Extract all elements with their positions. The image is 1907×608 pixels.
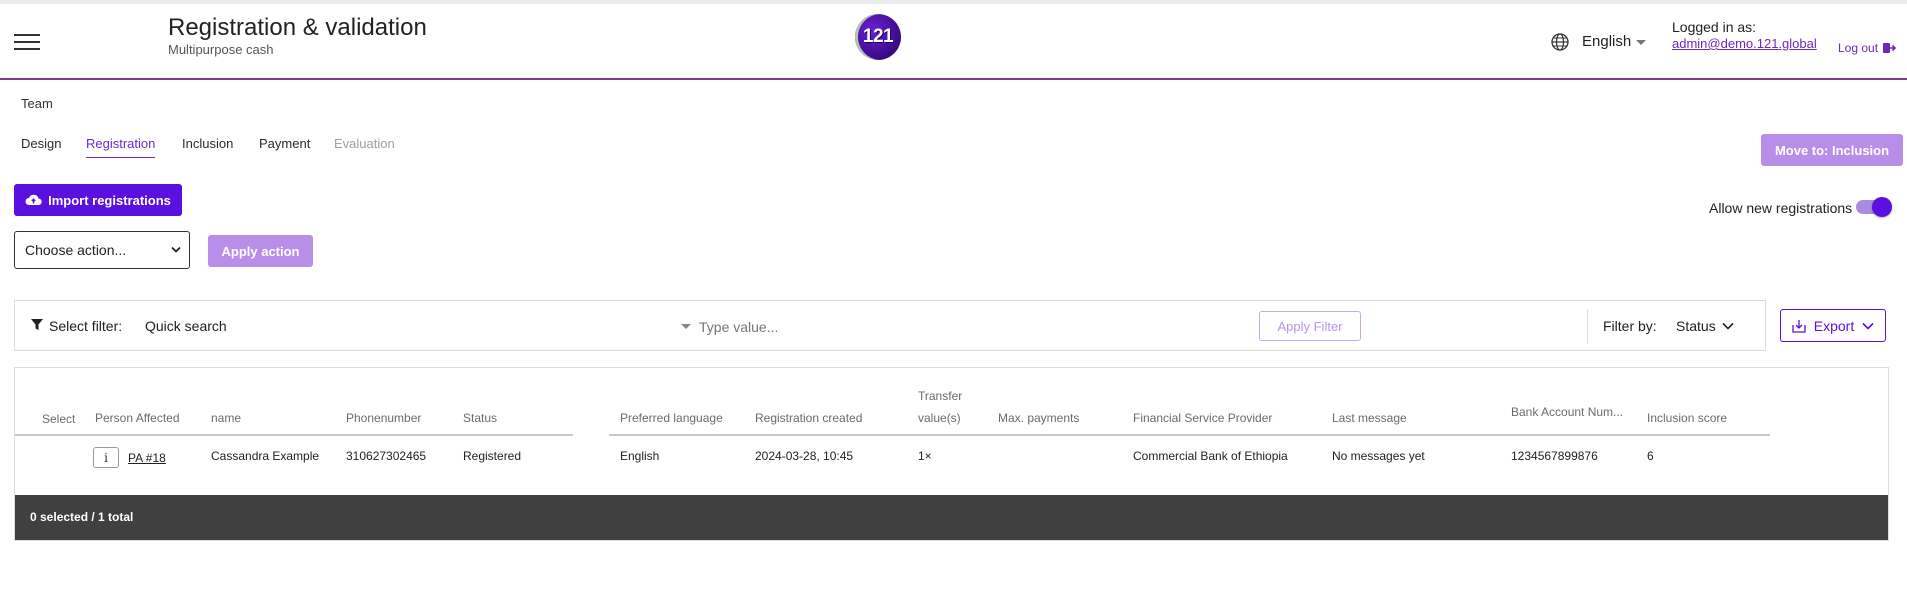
column-header-name[interactable]: name	[211, 411, 241, 425]
column-header-fsp[interactable]: Financial Service Provider	[1133, 411, 1272, 425]
table-footer: 0 selected / 1 total	[15, 495, 1888, 540]
cell-fsp: Commercial Bank of Ethiopia	[1133, 449, 1288, 463]
language-selector[interactable]: English	[1582, 33, 1631, 50]
cell-created: 2024-03-28, 10:45	[755, 449, 854, 463]
team-breadcrumb[interactable]: Team	[21, 96, 53, 111]
program-subtitle: Multipurpose cash	[168, 42, 274, 57]
cell-status: Registered	[463, 449, 522, 463]
filter-bar: Select filter: Quick search Apply Filter…	[14, 300, 1766, 351]
tab-registration[interactable]: Registration	[86, 136, 156, 158]
upload-cloud-icon	[25, 194, 42, 205]
person-affected-link[interactable]: PA #18	[128, 451, 166, 465]
column-header-inclusion-score[interactable]: Inclusion score	[1647, 411, 1727, 425]
export-button[interactable]: Export	[1780, 309, 1886, 342]
page-title: Registration & validation	[168, 14, 427, 41]
toggle-knob[interactable]	[1872, 197, 1892, 217]
cell-bank-account: 1234567899876	[1511, 449, 1598, 463]
column-header-max-payments[interactable]: Max. payments	[998, 411, 1079, 425]
header-divider	[15, 434, 573, 436]
registrations-table: Select Person Affected name Phonenumber …	[14, 367, 1889, 541]
apply-filter-button[interactable]: Apply Filter	[1259, 311, 1361, 341]
apply-action-button[interactable]: Apply action	[208, 235, 313, 267]
column-header-bank-account[interactable]: Bank Account Num...	[1511, 405, 1623, 419]
filter-by-label: Filter by:	[1603, 318, 1657, 334]
select-filter-label: Select filter:	[49, 318, 123, 334]
column-header-language[interactable]: Preferred language	[620, 411, 723, 425]
allow-new-registrations-label: Allow new registrations	[1709, 200, 1853, 216]
logout-icon	[1883, 43, 1897, 53]
divider	[1587, 309, 1588, 344]
column-header-transfer[interactable]: Transfer	[918, 389, 962, 403]
cell-last-message: No messages yet	[1332, 449, 1425, 463]
menu-icon[interactable]	[14, 34, 40, 52]
logged-in-label: Logged in as:	[1672, 19, 1757, 35]
choose-action-value: Choose action...	[25, 242, 127, 258]
column-header-phone[interactable]: Phonenumber	[346, 411, 421, 425]
cell-inclusion-score: 6	[1647, 449, 1654, 463]
tab-inclusion[interactable]: Inclusion	[182, 136, 233, 157]
export-label: Export	[1813, 317, 1855, 334]
app-logo: 121	[855, 14, 901, 60]
globe-icon[interactable]	[1550, 32, 1570, 52]
move-to-inclusion-button[interactable]: Move to: Inclusion	[1761, 134, 1903, 166]
logout-button[interactable]: Log out	[1838, 41, 1897, 55]
cell-language: English	[620, 449, 660, 463]
column-header-select[interactable]: Select	[42, 412, 75, 426]
status-filter-label: Status	[1676, 318, 1716, 334]
column-header-last-message[interactable]: Last message	[1332, 411, 1407, 425]
info-button[interactable]: i	[93, 447, 119, 468]
app-header: Registration & validation Multipurpose c…	[0, 4, 1907, 80]
logout-label: Log out	[1838, 41, 1879, 55]
column-header-status[interactable]: Status	[463, 411, 497, 425]
column-header-transfer-line2[interactable]: value(s)	[918, 411, 961, 425]
chevron-down-icon	[1862, 322, 1874, 330]
column-header-person[interactable]: Person Affected	[95, 411, 180, 425]
caret-down-icon[interactable]	[1636, 40, 1646, 45]
cell-phone: 310627302465	[346, 449, 427, 463]
import-button-label: Import registrations	[48, 192, 171, 208]
header-divider	[609, 434, 1770, 436]
cell-transfer: 1×	[918, 449, 932, 463]
status-filter-dropdown[interactable]: Status	[1676, 318, 1734, 334]
tab-evaluation: Evaluation	[334, 136, 395, 151]
cell-name: Cassandra Example	[211, 449, 320, 463]
chevron-down-icon	[171, 246, 181, 253]
tab-design[interactable]: Design	[21, 136, 61, 157]
download-icon	[1792, 319, 1806, 333]
user-email-link[interactable]: admin@demo.121.global	[1672, 36, 1817, 51]
column-header-created[interactable]: Registration created	[755, 411, 862, 425]
chevron-down-icon	[1722, 322, 1734, 330]
filter-icon	[31, 319, 43, 330]
tab-payment[interactable]: Payment	[259, 136, 310, 157]
import-registrations-button[interactable]: Import registrations	[14, 184, 182, 216]
selection-count: 0 selected / 1 total	[30, 510, 134, 524]
filter-value-input[interactable]	[697, 312, 1221, 342]
caret-down-icon[interactable]	[681, 324, 691, 329]
quick-search-dropdown[interactable]: Quick search	[145, 318, 227, 334]
choose-action-select[interactable]: Choose action...	[14, 231, 190, 269]
